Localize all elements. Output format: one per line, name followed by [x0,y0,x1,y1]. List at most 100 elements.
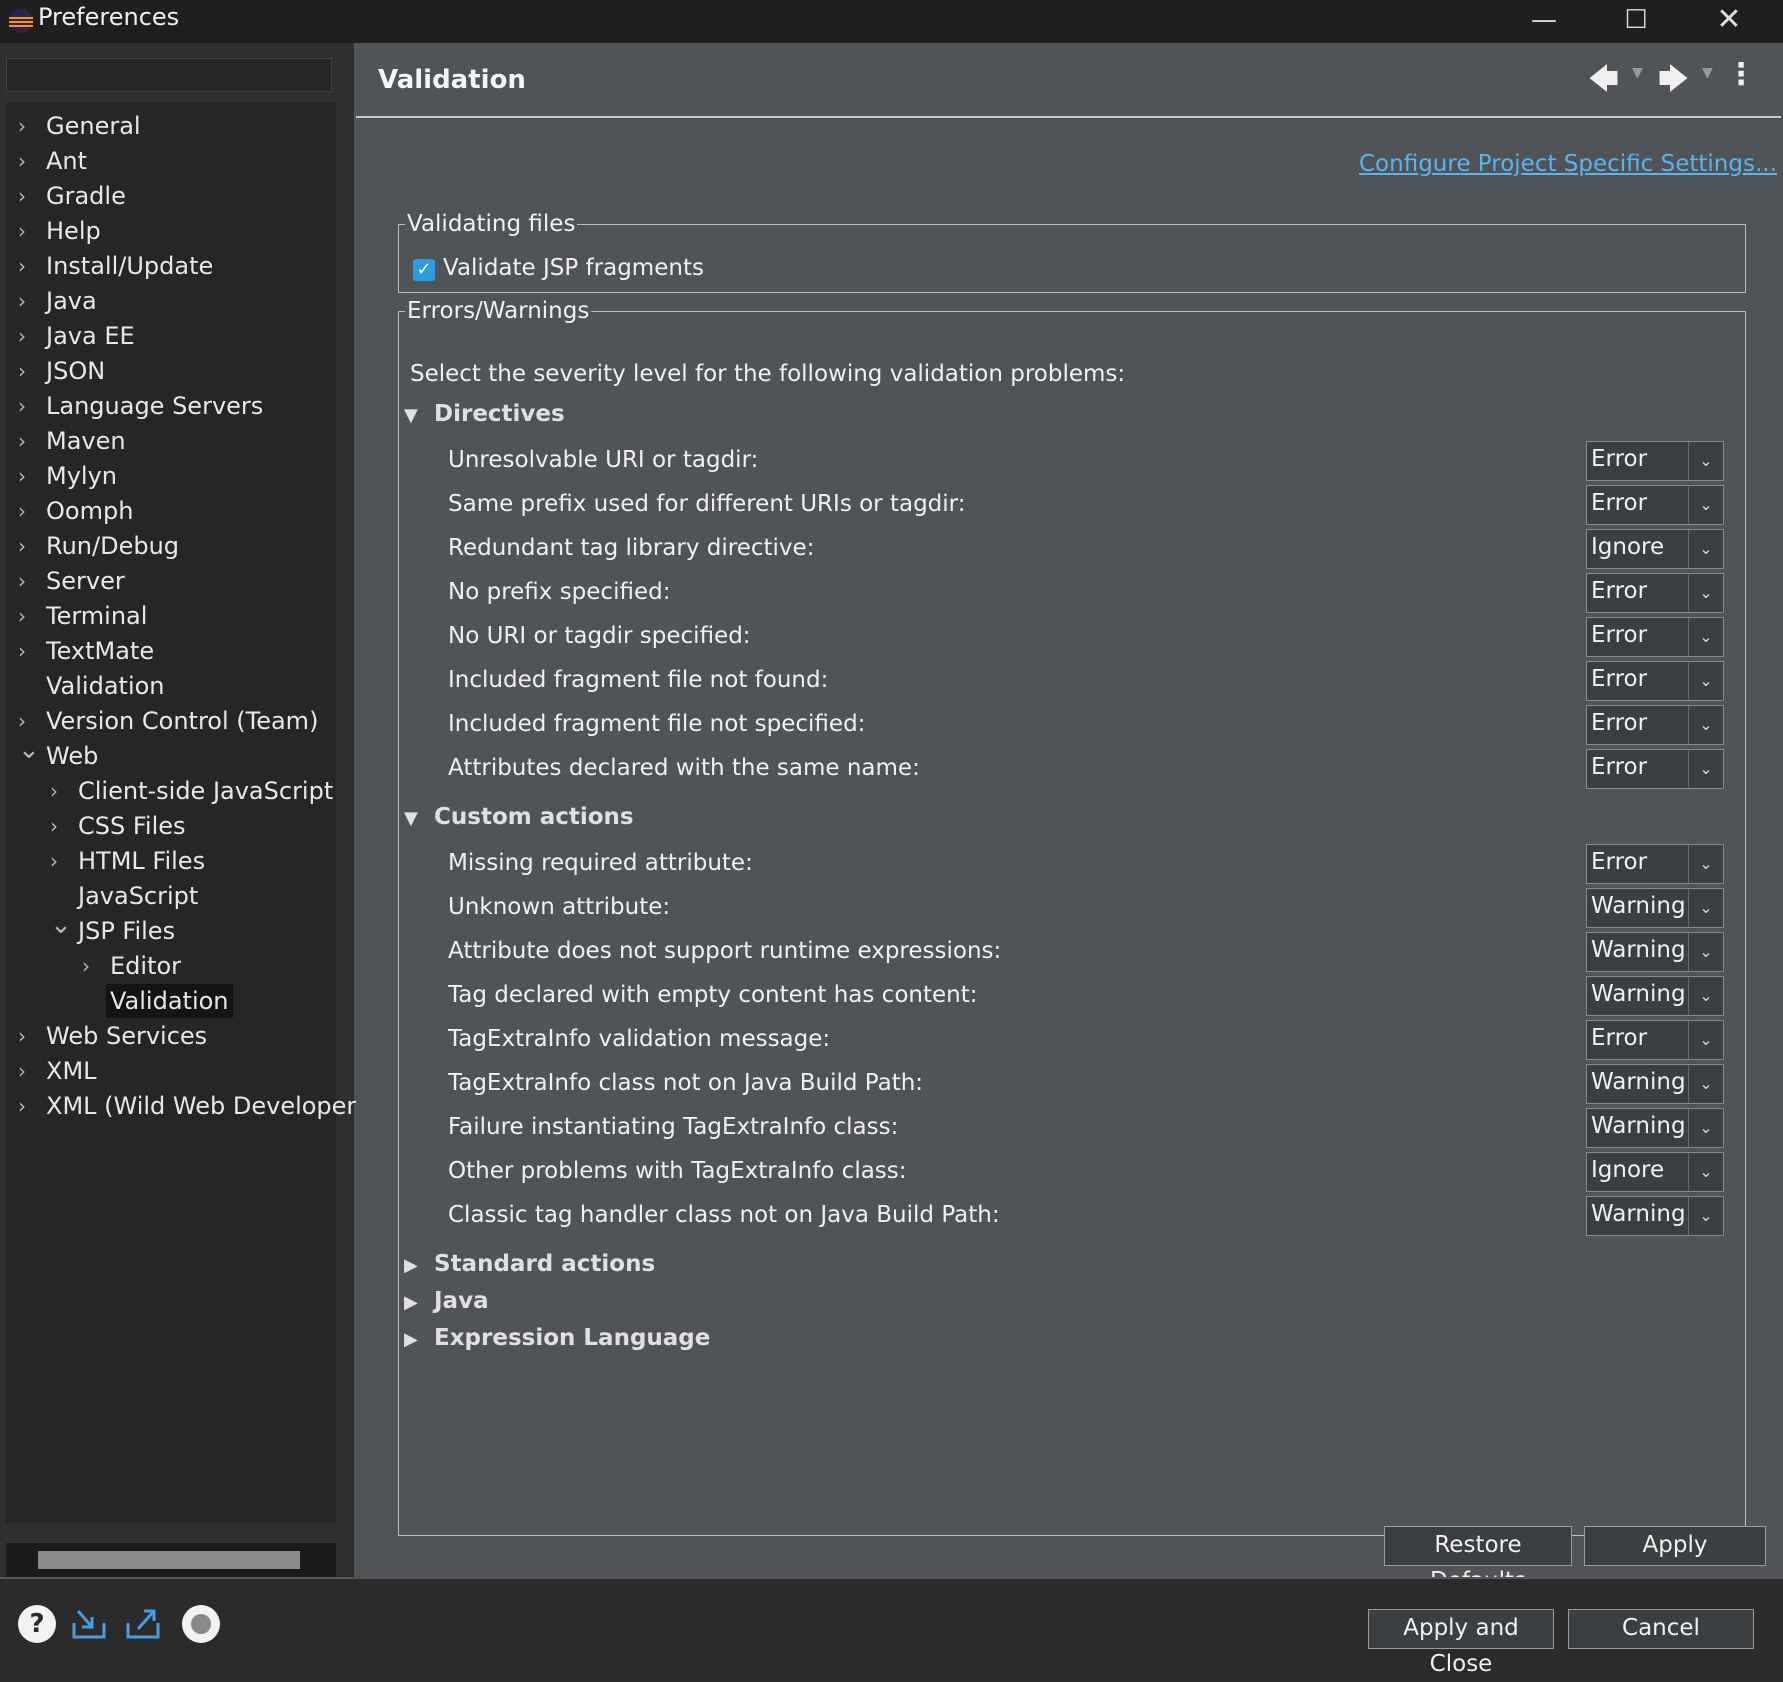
arrow-right-icon[interactable]: 🡆 [1658,57,1689,108]
chevron-right-icon[interactable]: › [18,634,40,668]
restore-defaults-button[interactable]: Restore Defaults [1384,1526,1572,1594]
chevron-down-icon[interactable]: ⌄ [1688,442,1723,480]
chevron-right-icon[interactable]: › [18,1054,40,1088]
apply-and-close-button[interactable]: Apply and Close [1368,1609,1554,1677]
chevron-down-icon[interactable]: ⌄ [1688,750,1723,788]
kebab-menu-icon[interactable]: ⋮ [1726,57,1756,92]
triangle-down-icon[interactable]: ▼ [404,405,434,426]
chevron-down-icon[interactable]: ⌄ [1688,486,1723,524]
chevron-right-icon[interactable]: › [18,1019,40,1053]
triangle-right-icon[interactable]: ▶ [404,1329,434,1350]
section-header[interactable]: ▶ Expression Language [404,1325,710,1351]
group-legend: Errors/Warnings [407,298,590,324]
chevron-down-icon[interactable]: ⌄ [1688,1065,1723,1103]
chevron-right-icon[interactable]: › [18,529,40,563]
chevron-right-icon[interactable]: › [18,564,40,598]
chevron-right-icon[interactable]: › [18,144,40,178]
forward-dropdown-icon[interactable]: ▼ [1702,65,1713,81]
chevron-down-icon[interactable]: ⌄ [1688,530,1723,568]
chevron-right-icon[interactable]: › [18,249,40,283]
chevron-right-icon[interactable]: › [50,774,72,808]
back-dropdown-icon[interactable]: ▼ [1632,65,1643,81]
severity-select[interactable]: Warning ⌄ [1586,888,1724,928]
triangle-right-icon[interactable]: ▶ [404,1292,434,1313]
chevron-down-icon[interactable]: ⌄ [50,908,72,942]
chevron-right-icon[interactable]: › [18,424,40,458]
severity-select[interactable]: Error ⌄ [1586,749,1724,789]
record-icon[interactable] [182,1605,220,1643]
configure-project-settings-link[interactable]: Configure Project Specific Settings... [1359,151,1777,177]
problem-label: Unresolvable URI or tagdir: [448,447,759,473]
chevron-down-icon[interactable]: ⌄ [1688,706,1723,744]
severity-select[interactable]: Error ⌄ [1586,661,1724,701]
section-header[interactable]: ▶ Java [404,1288,489,1314]
severity-select[interactable]: Warning ⌄ [1586,1108,1724,1148]
chevron-down-icon[interactable]: ⌄ [1688,889,1723,927]
validate-jsp-fragments-checkbox[interactable]: ✓ [413,259,435,281]
chevron-right-icon[interactable]: › [18,459,40,493]
chevron-right-icon[interactable]: › [18,389,40,423]
import-icon[interactable] [70,1605,108,1643]
chevron-down-icon[interactable]: ⌄ [18,733,40,767]
chevron-down-icon[interactable]: ⌄ [1688,1197,1723,1235]
validate-jsp-fragments-label[interactable]: Validate JSP fragments [443,255,704,281]
severity-value: Warning [1591,1201,1686,1227]
severity-select[interactable]: Error ⌄ [1586,844,1724,884]
chevron-right-icon[interactable]: › [18,1089,40,1123]
chevron-down-icon[interactable]: ⌄ [1688,574,1723,612]
chevron-right-icon[interactable]: › [50,809,72,843]
chevron-right-icon[interactable]: › [18,319,40,353]
severity-select[interactable]: Error ⌄ [1586,617,1724,657]
chevron-down-icon[interactable]: ⌄ [1688,977,1723,1015]
chevron-right-icon[interactable]: › [18,214,40,248]
arrow-left-icon[interactable]: 🡄 [1588,57,1619,108]
tree-item-label: XML (Wild Web Developer) [46,1092,366,1120]
problem-label: Failure instantiating TagExtraInfo class… [448,1114,899,1140]
triangle-right-icon[interactable]: ▶ [404,1255,434,1276]
chevron-right-icon[interactable]: › [18,179,40,213]
severity-select[interactable]: Warning ⌄ [1586,976,1724,1016]
severity-select[interactable]: Ignore ⌄ [1586,1152,1724,1192]
severity-select[interactable]: Warning ⌄ [1586,1064,1724,1104]
close-button[interactable]: ✕ [1689,0,1769,43]
chevron-down-icon[interactable]: ⌄ [1688,845,1723,883]
chevron-down-icon[interactable]: ⌄ [1688,662,1723,700]
chevron-down-icon[interactable]: ⌄ [1688,1021,1723,1059]
cancel-button[interactable]: Cancel [1568,1609,1754,1649]
chevron-right-icon[interactable]: › [18,354,40,388]
minimize-button[interactable]: — [1504,0,1584,43]
tree-item-label: HTML Files [78,847,206,875]
section-header[interactable]: ▼ Directives [404,401,565,427]
export-icon[interactable] [124,1605,162,1643]
validating-files-group: Validating files ✓ Validate JSP fragment… [398,211,1746,293]
severity-select[interactable]: Error ⌄ [1586,705,1724,745]
help-icon[interactable]: ? [18,1605,56,1643]
severity-select[interactable]: Error ⌄ [1586,1020,1724,1060]
chevron-down-icon[interactable]: ⌄ [1688,933,1723,971]
severity-select[interactable]: Warning ⌄ [1586,932,1724,972]
tree-item-label: Server [46,567,125,595]
chevron-down-icon[interactable]: ⌄ [1688,618,1723,656]
filter-input[interactable] [6,58,332,92]
section-header[interactable]: ▶ Standard actions [404,1251,655,1277]
maximize-button[interactable]: ☐ [1596,0,1676,43]
scrollbar-thumb[interactable] [38,1551,300,1569]
section-header[interactable]: ▼ Custom actions [404,804,634,830]
severity-select[interactable]: Warning ⌄ [1586,1196,1724,1236]
severity-select[interactable]: Ignore ⌄ [1586,529,1724,569]
chevron-right-icon[interactable]: › [18,109,40,143]
severity-select[interactable]: Error ⌄ [1586,485,1724,525]
triangle-down-icon[interactable]: ▼ [404,808,434,829]
apply-button[interactable]: Apply [1584,1526,1766,1566]
chevron-right-icon[interactable]: › [82,949,104,983]
horizontal-scrollbar[interactable] [6,1543,336,1577]
severity-select[interactable]: Error ⌄ [1586,573,1724,613]
chevron-right-icon[interactable]: › [50,844,72,878]
chevron-down-icon[interactable]: ⌄ [1688,1109,1723,1147]
severity-select[interactable]: Error ⌄ [1586,441,1724,481]
chevron-right-icon[interactable]: › [18,284,40,318]
chevron-right-icon[interactable]: › [18,494,40,528]
chevron-down-icon[interactable]: ⌄ [1688,1153,1723,1191]
problem-label: No URI or tagdir specified: [448,623,751,649]
chevron-right-icon[interactable]: › [18,599,40,633]
